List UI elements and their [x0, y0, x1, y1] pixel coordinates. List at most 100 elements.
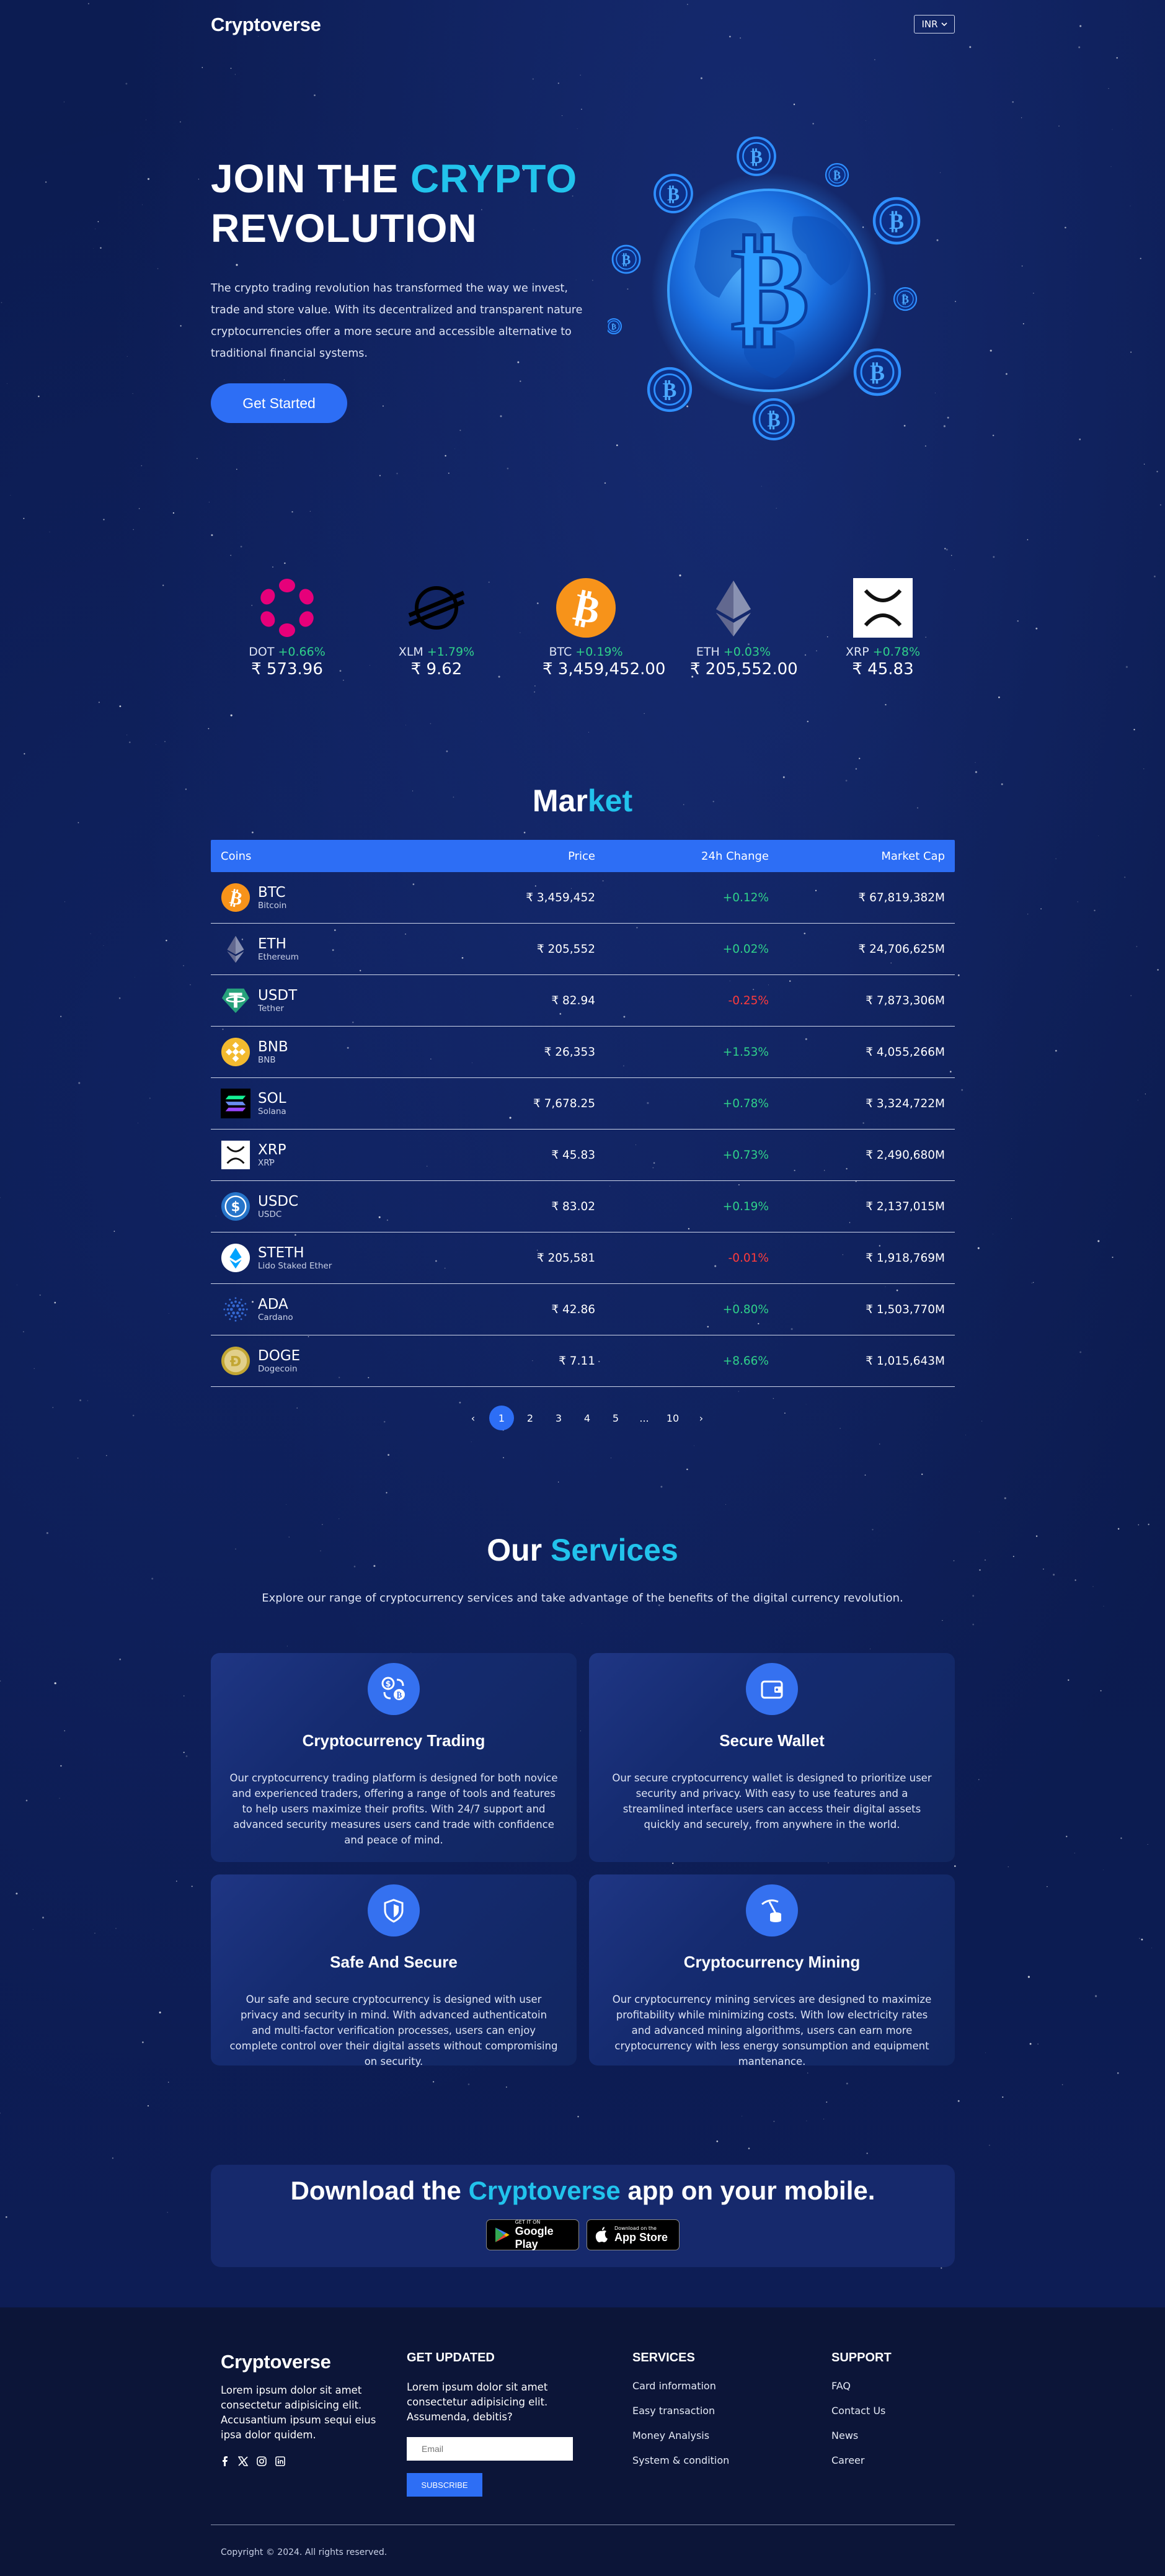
table-row[interactable]: $ USDC USDC ₹ 83.02 +0.19% ₹ 2,137,015M — [211, 1181, 955, 1232]
coin-name: Cardano — [258, 1313, 293, 1322]
mining-icon — [746, 1884, 798, 1936]
table-row[interactable]: ₿ BTC Bitcoin ₹ 3,459,452 +0.12% ₹ 67,81… — [211, 872, 955, 924]
newsletter-email-input[interactable] — [407, 2437, 573, 2461]
download-title: Download the Cryptoverse app on your mob… — [211, 2176, 955, 2206]
footer-link-contact-us[interactable]: Contact Us — [831, 2405, 892, 2417]
table-row[interactable]: USDT Tether ₹ 82.94 -0.25% ₹ 7,873,306M — [211, 975, 955, 1027]
ticker-change: +1.79% — [427, 645, 475, 659]
footer-newsletter: GET UPDATED Lorem ipsum dolor sit amet c… — [407, 2351, 573, 2497]
coin-name: USDC — [258, 1210, 282, 1219]
shield-icon — [368, 1884, 420, 1936]
coin-cell: ADA Cardano — [211, 1295, 409, 1324]
service-card-title: Cryptocurrency Trading — [302, 1731, 485, 1750]
footer-brand: Cryptoverse Lorem ipsum dolor sit amet c… — [221, 2351, 382, 2466]
x-twitter-icon[interactable] — [238, 2456, 248, 2466]
service-card-title: Cryptocurrency Mining — [683, 1953, 861, 1971]
ticker-item-btc[interactable]: ₿ BTC +0.19% ₹ 3,459,452.00 — [543, 577, 666, 679]
google-play-label: Google Play — [515, 2224, 554, 2250]
ticker-price: ₹ 3,459,452.00 — [543, 660, 666, 679]
xrp-icon — [852, 577, 914, 639]
page-1-button[interactable]: 1 — [489, 1406, 514, 1430]
coin-change: -0.25% — [728, 994, 769, 1007]
coin-price: ₹ 3,459,452 — [526, 891, 595, 904]
market-title-highlight: ket — [587, 783, 633, 818]
linkedin-icon[interactable] — [275, 2456, 285, 2466]
stellar-icon — [405, 577, 467, 639]
next-page-button[interactable]: › — [687, 1406, 715, 1430]
footer-link-career[interactable]: Career — [831, 2454, 892, 2466]
coin-symbol: ETH — [258, 936, 286, 952]
coin-change: +0.73% — [722, 1148, 769, 1162]
table-row[interactable]: XRP XRP ₹ 45.83 +0.73% ₹ 2,490,680M — [211, 1130, 955, 1181]
app-store-small-text: Download on the — [614, 2226, 657, 2231]
coin-cell: USDT Tether — [211, 986, 409, 1015]
coin-name: BNB — [258, 1055, 276, 1065]
orbit-bitcoin-icon: ₿ — [606, 318, 622, 334]
coin-price: ₹ 7.11 — [559, 1354, 595, 1368]
market-table-header: Coins Price 24h Change Market Cap — [211, 840, 955, 872]
instagram-icon[interactable] — [257, 2456, 267, 2466]
facebook-icon[interactable] — [221, 2456, 229, 2466]
service-card-trading: $ ₿ Cryptocurrency Trading Our cryptocurr… — [211, 1653, 577, 1862]
coin-cell: $ USDC USDC — [211, 1192, 409, 1221]
ticker-item-xrp[interactable]: XRP +0.78% ₹ 45.83 — [839, 577, 926, 679]
orbit-bitcoin-icon: ₿ — [872, 197, 921, 245]
usdc-icon: $ — [221, 1192, 250, 1221]
header-price: Price — [568, 849, 595, 863]
prev-page-button[interactable]: ‹ — [459, 1406, 487, 1430]
footer-link-news[interactable]: News — [831, 2430, 892, 2441]
svg-text:$: $ — [385, 1680, 391, 1689]
ticker-symbol-line: XRP +0.78% — [839, 645, 926, 659]
page-3-button[interactable]: 3 — [544, 1406, 573, 1430]
table-row[interactable]: Ð DOGE Dogecoin ₹ 7.11 +8.66% ₹ 1,015,64… — [211, 1335, 955, 1387]
download-title-part1: Download the — [290, 2176, 461, 2205]
subscribe-button[interactable]: SUBSCRIBE — [407, 2473, 482, 2497]
footer-link-money-analysis[interactable]: Money Analysis — [632, 2430, 729, 2441]
coin-change: +0.78% — [722, 1097, 769, 1110]
site-logo[interactable]: Cryptoverse — [211, 14, 321, 36]
service-card-wallet: Secure Wallet Our secure cryptocurrency … — [589, 1653, 955, 1862]
page-5-button[interactable]: 5 — [601, 1406, 630, 1430]
page-10-button[interactable]: 10 — [658, 1406, 687, 1430]
table-row[interactable]: BNB BNB ₹ 26,353 +1.53% ₹ 4,055,266M — [211, 1027, 955, 1078]
ticker-symbol: DOT — [249, 645, 275, 659]
coin-name: Bitcoin — [258, 901, 287, 911]
ticker-item-xlm[interactable]: XLM +1.79% ₹ 9.62 — [393, 577, 480, 679]
wallet-icon — [746, 1663, 798, 1715]
footer-link-faq[interactable]: FAQ — [831, 2380, 892, 2392]
footer-link-system-condition[interactable]: System & condition — [632, 2454, 729, 2466]
get-started-button[interactable]: Get Started — [211, 383, 347, 423]
footer-support-title: SUPPORT — [831, 2351, 892, 2364]
currency-select[interactable]: INR — [914, 15, 955, 33]
footer-link-card-information[interactable]: Card information — [632, 2380, 729, 2392]
table-row[interactable]: ADA Cardano ₹ 42.86 +0.80% ₹ 1,503,770M — [211, 1284, 955, 1335]
coin-name: Lido Staked Ether — [258, 1261, 332, 1271]
coin-price: ₹ 26,353 — [544, 1045, 595, 1059]
ticker-price: ₹ 205,552.00 — [690, 660, 798, 679]
download-title-highlight: Cryptoverse — [468, 2176, 621, 2205]
table-row[interactable]: ETH Ethereum ₹ 205,552 +0.02% ₹ 24,706,6… — [211, 924, 955, 975]
ticker-item-eth[interactable]: ETH +0.03% ₹ 205,552.00 — [690, 577, 798, 679]
service-card-title: Safe And Secure — [330, 1953, 458, 1971]
app-store-button[interactable]: Download on the App Store — [587, 2219, 680, 2250]
coin-cell: SOL Solana — [211, 1089, 409, 1118]
coin-name: Tether — [258, 1004, 284, 1014]
header-change: 24h Change — [701, 849, 769, 863]
google-play-small-text: GET IT ON — [515, 2219, 541, 2225]
ticker-item-dot[interactable]: DOT +0.66% ₹ 573.96 — [244, 577, 330, 679]
hero-title-part1: JOIN THE — [211, 156, 399, 201]
page-4-button[interactable]: 4 — [573, 1406, 601, 1430]
cardano-icon — [221, 1295, 250, 1324]
table-row[interactable]: STETH Lido Staked Ether ₹ 205,581 -0.01%… — [211, 1232, 955, 1284]
footer-link-easy-transaction[interactable]: Easy transaction — [632, 2405, 729, 2417]
ticker-symbol-line: XLM +1.79% — [393, 645, 480, 659]
ethereum-icon — [702, 577, 764, 639]
market-table: Coins Price 24h Change Market Cap ₿ BTC … — [211, 840, 955, 1387]
coin-price: ₹ 82.94 — [551, 994, 595, 1007]
ticker-change: +0.19% — [575, 645, 623, 659]
table-row[interactable]: SOL Solana ₹ 7,678.25 +0.78% ₹ 3,324,722… — [211, 1078, 955, 1130]
dogecoin-icon: Ð — [221, 1346, 250, 1376]
footer-logo[interactable]: Cryptoverse — [221, 2351, 382, 2373]
page-2-button[interactable]: 2 — [516, 1406, 544, 1430]
google-play-button[interactable]: GET IT ON Google Play — [486, 2219, 579, 2250]
